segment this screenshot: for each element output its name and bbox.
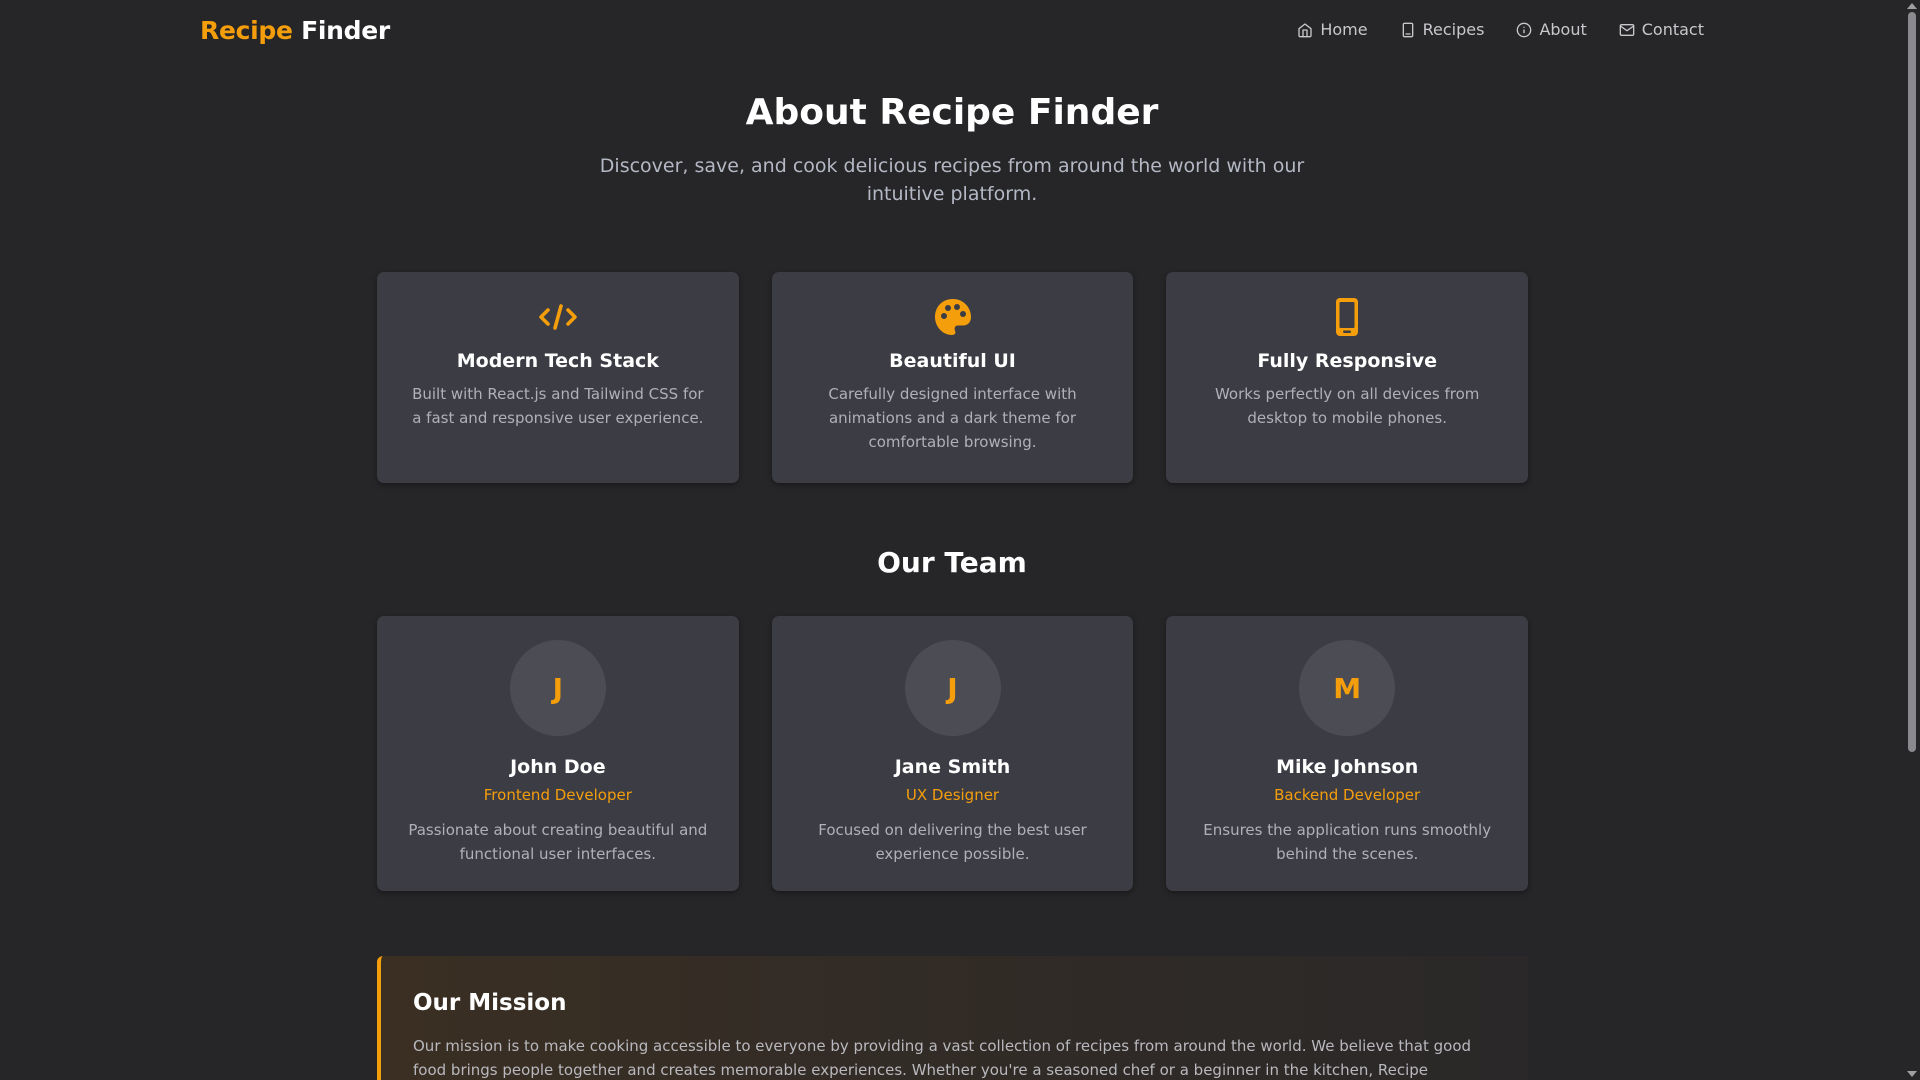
code-icon — [539, 304, 577, 330]
book-icon — [1402, 22, 1413, 37]
nav-recipes[interactable]: Recipes — [1400, 20, 1485, 39]
nav-home-label: Home — [1320, 20, 1368, 39]
feature-title: Fully Responsive — [1257, 350, 1438, 372]
info-icon — [1517, 22, 1532, 37]
member-name: Mike Johnson — [1276, 756, 1419, 778]
page-title: About Recipe Finder — [745, 92, 1159, 133]
mission-section: Our Mission Our mission is to make cooki… — [377, 956, 1528, 1080]
scrollbar-thumb[interactable] — [1908, 12, 1916, 752]
member-bio: Passionate about creating beautiful and … — [408, 821, 708, 863]
member-role: Frontend Developer — [483, 786, 632, 804]
team-member-card: J Jane Smith UX Designer Focused on deli… — [771, 616, 1134, 891]
nav-about[interactable]: About — [1516, 20, 1587, 39]
nav-contact[interactable]: Contact — [1619, 20, 1704, 39]
mail-icon — [1619, 23, 1635, 36]
nav-about-label: About — [1539, 20, 1587, 39]
feature-card: Fully Responsive Works perfectly on all … — [1166, 272, 1529, 483]
member-name: John Doe — [510, 756, 606, 778]
feature-card: Beautiful UI Carefully designed interfac… — [771, 272, 1134, 483]
team-section-title: Our Team — [877, 546, 1027, 579]
team-member-card: J John Doe Frontend Developer Passionate… — [377, 616, 739, 891]
page-subtitle: Discover, save, and cook delicious recip… — [599, 155, 1305, 205]
feature-text: Carefully designed interface with animat… — [828, 385, 1077, 451]
member-role: UX Designer — [905, 786, 1000, 804]
scroll-down-arrow-icon[interactable] — [1907, 1071, 1917, 1077]
top-navbar: Recipe Finder Home Recipes About Contact — [0, 0, 1902, 64]
logo-accent-text: Recipe — [200, 16, 293, 45]
mobile-icon — [1336, 298, 1359, 336]
feature-title: Beautiful UI — [889, 350, 1016, 372]
nav-recipes-label: Recipes — [1422, 20, 1485, 39]
mission-text: Our mission is to make cooking accessibl… — [413, 1037, 1472, 1079]
member-role: Backend Developer — [1274, 786, 1421, 804]
team-member-card: M Mike Johnson Backend Developer Ensures… — [1166, 616, 1529, 891]
avatar: M — [1299, 640, 1396, 736]
mission-title: Our Mission — [413, 990, 567, 1016]
team-cards: J John Doe Frontend Developer Passionate… — [377, 616, 1529, 891]
logo-text: Finder — [301, 16, 390, 45]
feature-text: Works perfectly on all devices from desk… — [1214, 385, 1480, 427]
vertical-scrollbar[interactable] — [1903, 0, 1920, 1080]
avatar: J — [904, 640, 1001, 736]
feature-title: Modern Tech Stack — [456, 350, 659, 372]
member-bio: Ensures the application runs smoothly be… — [1203, 821, 1492, 863]
feature-cards: Modern Tech Stack Built with React.js an… — [377, 272, 1529, 483]
main-nav: Home Recipes About Contact — [1297, 20, 1704, 39]
member-name: Jane Smith — [894, 756, 1011, 778]
palette-icon — [934, 299, 971, 335]
feature-text: Built with React.js and Tailwind CSS for… — [412, 385, 704, 427]
nav-home[interactable]: Home — [1297, 20, 1368, 39]
scroll-up-arrow-icon[interactable] — [1907, 3, 1917, 9]
logo[interactable]: Recipe Finder — [200, 16, 390, 45]
feature-card: Modern Tech Stack Built with React.js an… — [377, 272, 739, 483]
home-icon — [1298, 22, 1313, 37]
nav-contact-label: Contact — [1641, 20, 1704, 39]
member-bio: Focused on delivering the best user expe… — [818, 821, 1087, 863]
avatar: J — [509, 640, 606, 736]
